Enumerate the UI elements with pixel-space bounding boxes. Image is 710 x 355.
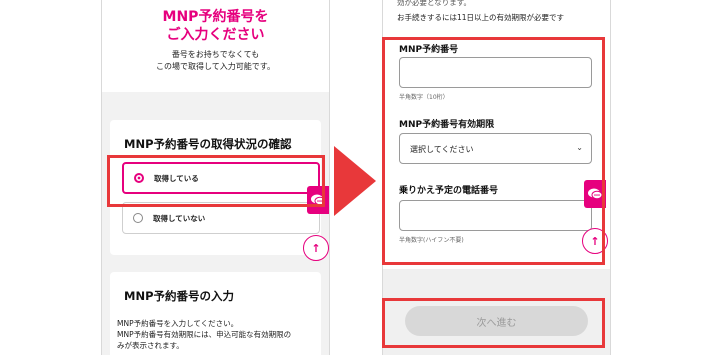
next-step-arrow-icon [334, 146, 376, 216]
radio-not-have-label: 取得していない [153, 213, 206, 223]
scroll-top-button[interactable]: ↑ [303, 235, 329, 261]
intro-title-line2: ご入力ください [166, 27, 265, 43]
radio-unchecked-icon [133, 213, 143, 223]
up-arrow-icon: ↑ [311, 241, 321, 255]
highlight-form-fields [382, 37, 605, 265]
intro-section: MNP予約番号を ご入力ください 番号をお持ちでなくても この場で取得して入力可… [102, 0, 329, 92]
input-body-line3: みが表示されます。 [117, 341, 184, 350]
input-heading: MNP予約番号の入力 [124, 289, 234, 303]
highlight-next-button [382, 298, 605, 348]
input-body-line1: MNP予約番号を入力してください。 [117, 319, 239, 328]
highlight-radio-have [107, 155, 325, 207]
status-heading: MNP予約番号の取得状況の確認 [124, 137, 292, 151]
input-card: MNP予約番号の入力 MNP予約番号を入力してください。 MNP予約番号有効期限… [110, 272, 321, 355]
intro-sub-line2: この場で取得して入力可能です。 [156, 62, 275, 71]
intro-sub-line1: 番号をお持ちでなくても [171, 50, 260, 59]
input-body-line2: MNP予約番号有効期限には、申込可能な有効期限の [117, 330, 292, 339]
top-note-line1: 効が必要となります。 [397, 0, 472, 7]
top-note-line2: お手続きするには11日以上の有効期限が必要です [397, 13, 565, 22]
intro-title-line1: MNP予約番号を [162, 9, 269, 25]
